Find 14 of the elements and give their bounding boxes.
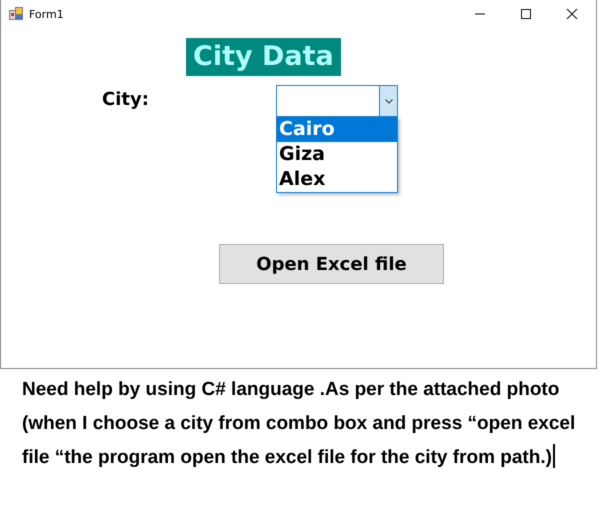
city-combo-box[interactable] bbox=[276, 85, 398, 117]
maximize-icon[interactable] bbox=[520, 8, 532, 20]
form-heading: City Data bbox=[186, 38, 341, 76]
city-option[interactable]: Cairo bbox=[277, 117, 397, 142]
open-excel-button[interactable]: Open Excel file bbox=[219, 244, 444, 284]
window-title: Form1 bbox=[29, 8, 64, 20]
dropdown-button[interactable] bbox=[379, 86, 397, 116]
city-label: City: bbox=[102, 89, 150, 110]
city-option[interactable]: Giza bbox=[277, 142, 397, 167]
city-option[interactable]: Alex bbox=[277, 167, 397, 192]
close-icon[interactable] bbox=[566, 8, 578, 20]
app-icon bbox=[9, 7, 23, 21]
question-text: Need help by using C# language .As per the attached photo (when I choose a city from combo box and press “open excel file “the program open the excel file for the city from path.) bbox=[22, 378, 576, 470]
chevron-icon bbox=[384, 98, 392, 104]
